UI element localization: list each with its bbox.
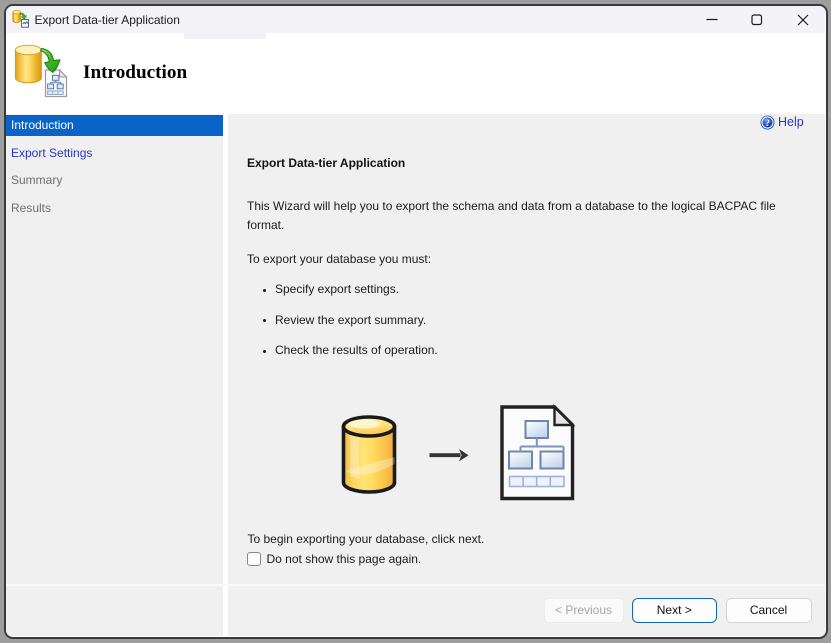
svg-text:?: ? xyxy=(765,119,770,129)
